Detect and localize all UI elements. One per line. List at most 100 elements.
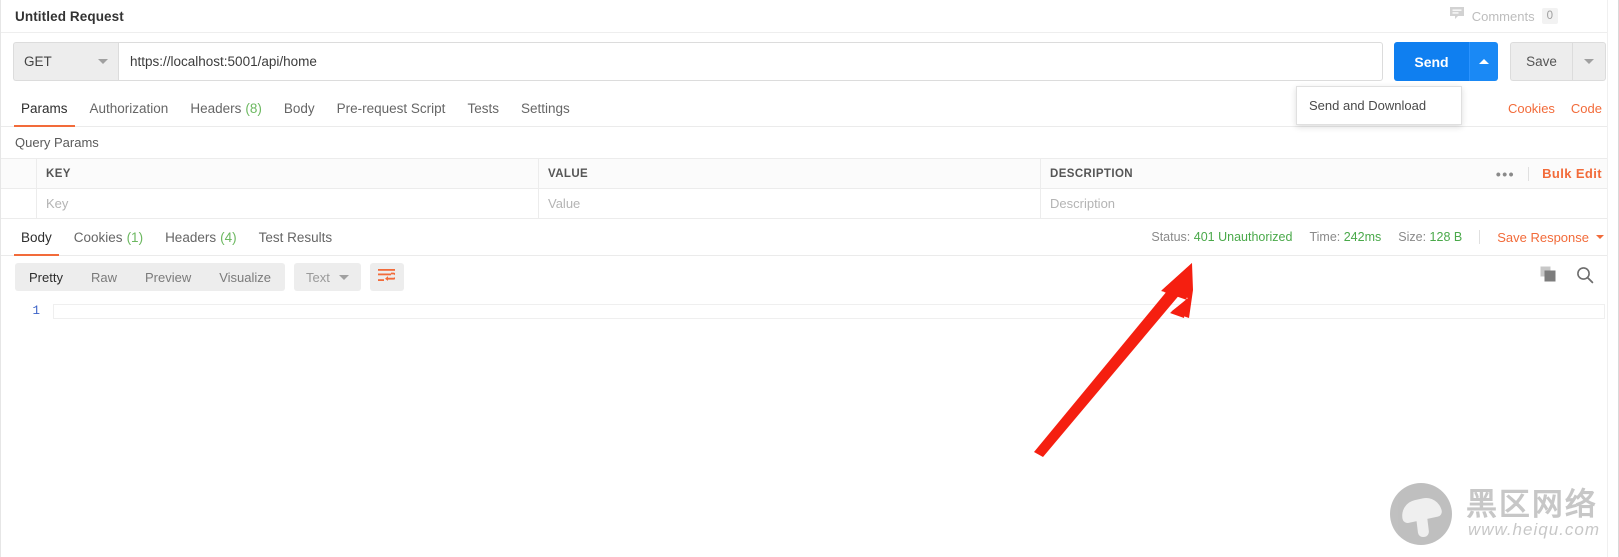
- response-tab-test-results[interactable]: Test Results: [248, 219, 344, 255]
- table-tools: ••• Bulk Edit: [1496, 166, 1618, 182]
- ellipsis-icon[interactable]: •••: [1496, 166, 1515, 182]
- url-row: GET https://localhost:5001/api/home Send…: [1, 33, 1618, 90]
- description-input[interactable]: Description: [1041, 189, 1618, 218]
- tab-params[interactable]: Params: [10, 90, 79, 127]
- line-number: 1: [32, 304, 40, 318]
- save-options-button[interactable]: [1572, 42, 1606, 81]
- time-group: Time: 242ms: [1309, 230, 1381, 244]
- response-format-select[interactable]: Text: [294, 263, 361, 291]
- tab-tests[interactable]: Tests: [456, 90, 510, 126]
- tab-label: Authorization: [89, 100, 169, 116]
- comment-icon: [1449, 6, 1465, 26]
- column-header-description: DESCRIPTION ••• Bulk Edit: [1041, 159, 1618, 188]
- comments-area[interactable]: Comments 0: [1449, 6, 1604, 26]
- view-mode-raw[interactable]: Raw: [77, 263, 131, 291]
- view-mode-pretty[interactable]: Pretty: [15, 263, 77, 291]
- query-params-table: KEY VALUE DESCRIPTION ••• Bulk Edit Key …: [1, 158, 1618, 219]
- code-content[interactable]: [53, 304, 1605, 319]
- tab-label: Body: [283, 100, 315, 116]
- tab-count: (1): [126, 229, 144, 245]
- tab-label: Cookies: [73, 229, 123, 245]
- save-response-button[interactable]: Save Response: [1497, 230, 1604, 245]
- tab-body[interactable]: Body: [273, 90, 326, 126]
- http-method-value: GET: [24, 54, 52, 69]
- mushroom-logo-icon: [1389, 483, 1452, 545]
- tab-count: (4): [220, 229, 237, 245]
- table-header-row: KEY VALUE DESCRIPTION ••• Bulk Edit: [1, 159, 1618, 189]
- word-wrap-icon: [378, 268, 398, 287]
- row-checkbox-cell[interactable]: [1, 189, 37, 218]
- comments-label: Comments: [1471, 8, 1535, 24]
- code-link[interactable]: Code: [1571, 101, 1602, 116]
- chevron-down-icon: [98, 59, 108, 64]
- status-badge: 401 Unauthorized: [1193, 230, 1293, 244]
- save-button[interactable]: Save: [1510, 42, 1572, 81]
- response-toolbar-actions: [1540, 266, 1604, 289]
- cookies-link[interactable]: Cookies: [1508, 101, 1555, 116]
- view-mode-visualize[interactable]: Visualize: [205, 263, 285, 291]
- response-format-value: Text: [306, 269, 330, 285]
- page-title: Untitled Request: [15, 8, 124, 24]
- response-view-mode-group: Pretty Raw Preview Visualize: [15, 263, 286, 291]
- tab-label: Params: [21, 100, 68, 116]
- chevron-up-icon: [1479, 59, 1489, 64]
- url-input[interactable]: https://localhost:5001/api/home: [118, 42, 1383, 81]
- query-params-label: Query Params: [15, 135, 99, 150]
- column-header-description-label: DESCRIPTION: [1050, 167, 1133, 180]
- view-mode-preview[interactable]: Preview: [131, 263, 205, 291]
- save-response-label: Save Response: [1497, 229, 1589, 245]
- tab-count: (8): [245, 100, 262, 116]
- url-value: https://localhost:5001/api/home: [130, 54, 317, 69]
- menu-item-send-and-download[interactable]: Send and Download: [1309, 98, 1426, 113]
- bulk-edit-link[interactable]: Bulk Edit: [1542, 166, 1602, 181]
- postman-request-window: Untitled Request Comments 0 GET https://…: [0, 0, 1619, 557]
- search-icon[interactable]: [1576, 266, 1594, 289]
- save-button-group: Save: [1510, 42, 1606, 81]
- status-group: Status: 401 Unauthorized: [1151, 230, 1292, 244]
- watermark-text: 黑区网络 www.heiqu.com: [1466, 489, 1600, 540]
- tab-settings[interactable]: Settings: [510, 90, 581, 126]
- key-input[interactable]: Key: [37, 189, 539, 218]
- column-header-value: VALUE: [539, 159, 1041, 188]
- send-dropdown-menu: Send and Download: [1296, 86, 1462, 125]
- tab-pre-request-script[interactable]: Pre-request Script: [326, 90, 457, 126]
- send-options-button[interactable]: [1469, 42, 1498, 81]
- copy-icon[interactable]: [1540, 266, 1557, 288]
- response-toolbar: Pretty Raw Preview Visualize Text: [1, 256, 1618, 298]
- tab-headers[interactable]: Headers (8): [179, 90, 273, 126]
- send-button[interactable]: Send: [1394, 42, 1469, 81]
- watermark: 黑区网络 www.heiqu.com: [1389, 483, 1600, 545]
- comments-count-badge: 0: [1541, 8, 1558, 24]
- time-label: Time:: [1309, 230, 1341, 244]
- time-value: 242ms: [1343, 230, 1382, 244]
- http-method-select[interactable]: GET: [13, 42, 118, 81]
- response-tab-body[interactable]: Body: [10, 219, 63, 256]
- tab-label: Headers: [190, 100, 242, 116]
- select-all-cell[interactable]: [1, 159, 37, 188]
- chevron-down-icon: [1584, 59, 1594, 64]
- status-label: Status:: [1151, 230, 1191, 244]
- chevron-down-icon: [338, 274, 349, 280]
- request-tabs-links: Cookies Code: [1508, 90, 1618, 126]
- size-group: Size: 128 B: [1398, 230, 1462, 244]
- response-tab-headers[interactable]: Headers (4): [154, 219, 248, 255]
- divider: [1479, 230, 1481, 244]
- tab-label: Settings: [520, 100, 570, 116]
- tab-label: Tests: [467, 100, 499, 116]
- response-tab-cookies[interactable]: Cookies (1): [63, 219, 154, 255]
- value-input[interactable]: Value: [539, 189, 1041, 218]
- vertical-scrollbar[interactable]: [1607, 0, 1618, 557]
- tab-label: Test Results: [258, 229, 333, 245]
- response-tabs: Body Cookies (1) Headers (4) Test Result…: [1, 219, 1618, 256]
- watermark-brand: 黑区网络: [1465, 486, 1598, 522]
- size-value: 128 B: [1429, 230, 1463, 244]
- response-body-viewer[interactable]: 1: [1, 298, 1618, 516]
- watermark-url: www.heiqu.com: [1467, 519, 1600, 539]
- size-label: Size:: [1398, 230, 1427, 244]
- word-wrap-button[interactable]: [369, 263, 404, 291]
- title-bar: Untitled Request Comments 0: [1, 0, 1618, 33]
- tab-authorization[interactable]: Authorization: [79, 90, 180, 126]
- tab-label: Body: [21, 229, 52, 245]
- column-header-key: KEY: [37, 159, 539, 188]
- chevron-down-icon: [1596, 235, 1604, 239]
